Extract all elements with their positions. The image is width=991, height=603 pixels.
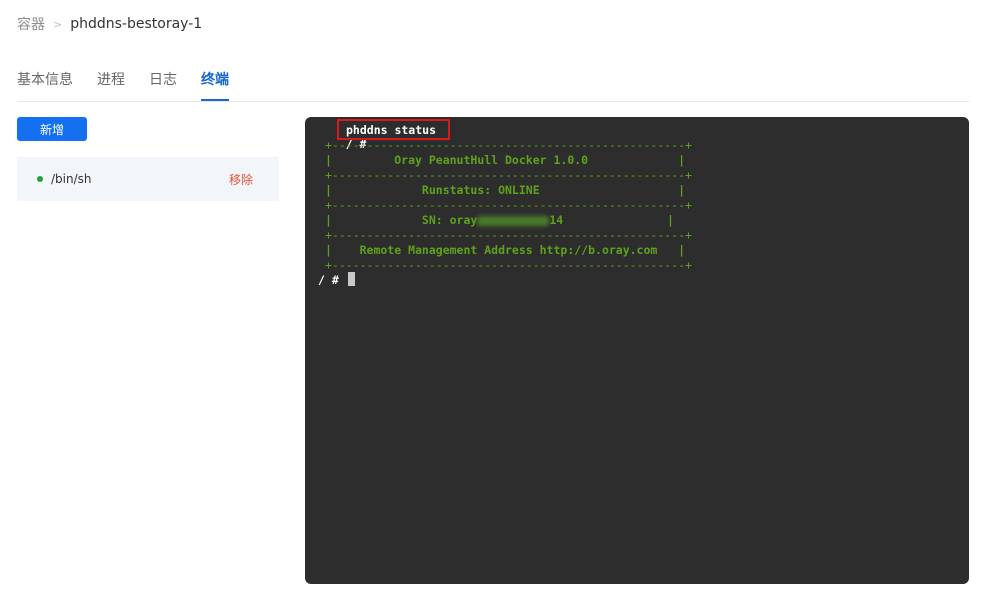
breadcrumb-root-link[interactable]: 容器 <box>17 14 45 34</box>
terminal-command: phddns status <box>346 123 437 137</box>
session-list: /bin/sh 移除 <box>17 157 279 201</box>
terminal-output-runstatus: | Runstatus: ONLINE | <box>325 183 686 197</box>
breadcrumb-current: phddns-bestoray-1 <box>70 16 203 32</box>
terminal-output-title: | Oray PeanutHull Docker 1.0.0 | <box>325 153 686 167</box>
tab-processes[interactable]: 进程 <box>97 70 125 101</box>
terminal-output-sn: | SN: oray 14 | <box>325 213 674 227</box>
terminal-prompt: / # <box>318 273 339 287</box>
terminal-border-line: +---------------------------------------… <box>325 138 692 152</box>
remove-session-button[interactable]: 移除 <box>229 171 253 188</box>
sn-redacted-blur <box>477 215 550 226</box>
session-item[interactable]: /bin/sh 移除 <box>17 157 279 201</box>
breadcrumb-separator: > <box>53 17 63 31</box>
terminal-output-remote-address: | Remote Management Address http://b.ora… <box>325 243 686 257</box>
tab-basic-info[interactable]: 基本信息 <box>17 70 73 101</box>
terminal-panel[interactable]: / # phddns status +---------------------… <box>305 117 969 584</box>
terminal-cursor <box>348 272 355 286</box>
tab-bar: 基本信息 进程 日志 终端 <box>17 70 969 102</box>
tab-logs[interactable]: 日志 <box>149 70 177 101</box>
tab-terminal[interactable]: 终端 <box>201 70 229 101</box>
terminal-border-line: +---------------------------------------… <box>325 198 692 212</box>
terminal-border-line: +---------------------------------------… <box>325 168 692 182</box>
terminal-border-line: +---------------------------------------… <box>325 258 692 272</box>
sn-suffix: 14 | <box>549 213 674 227</box>
add-session-button[interactable]: 新增 <box>17 117 87 141</box>
status-dot-icon <box>37 176 43 182</box>
breadcrumb: 容器 > phddns-bestoray-1 <box>17 14 202 34</box>
session-name: /bin/sh <box>51 172 92 186</box>
terminal-border-line: +---------------------------------------… <box>325 228 692 242</box>
sn-prefix: | SN: oray <box>325 213 478 227</box>
